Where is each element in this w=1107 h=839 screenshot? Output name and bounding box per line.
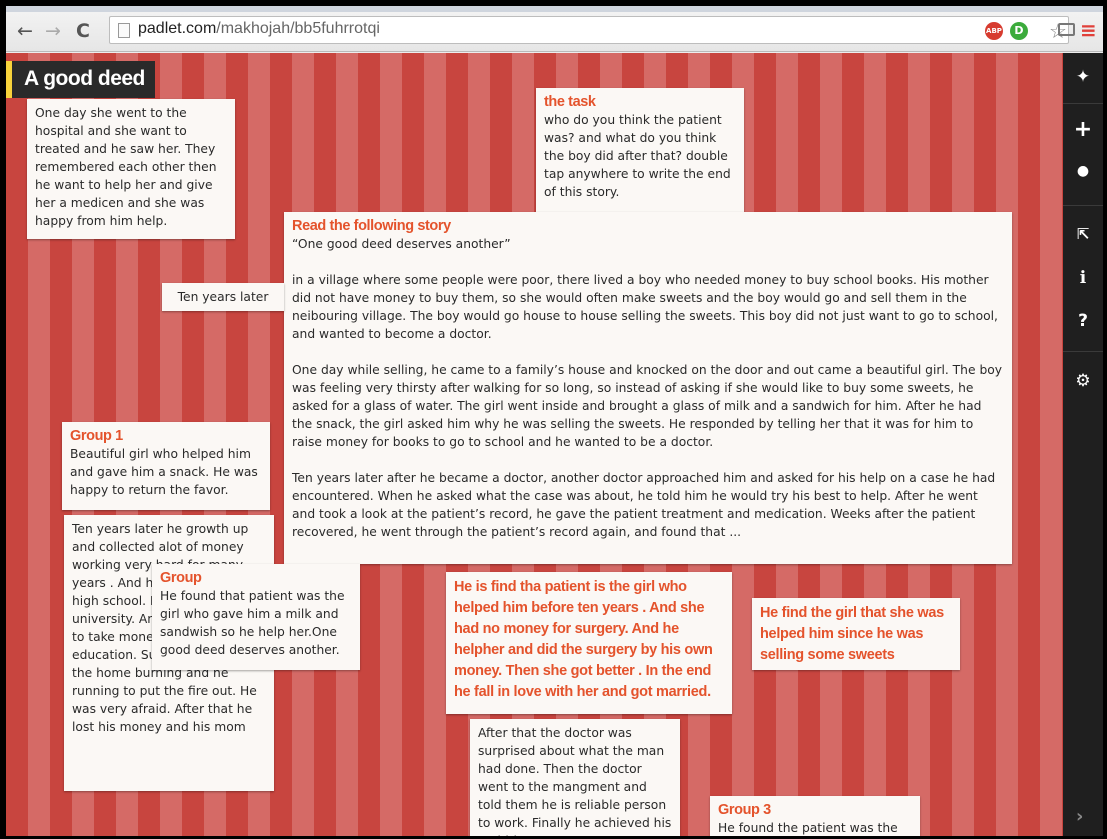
post-body: After that the doctor was surprised abou… xyxy=(478,726,672,836)
post-title: Group xyxy=(160,570,202,586)
post-body: He is find tha patient is the girl who h… xyxy=(454,579,717,700)
url-path: /makhojah/bb5fuhrrotqi xyxy=(216,20,380,37)
post-body: Beautiful girl who helped him and gave h… xyxy=(70,447,262,497)
post-body: He find the girl that she was helped him… xyxy=(760,605,948,663)
padlet-wall[interactable]: A good deed One day she went to the hosp… xyxy=(6,53,1063,836)
add-post-icon[interactable]: + xyxy=(1063,117,1103,142)
cast-icon[interactable] xyxy=(1058,23,1075,36)
post-ten-years-later[interactable]: Ten years later xyxy=(162,283,284,311)
post-title: the task xyxy=(544,94,596,110)
address-bar[interactable]: padlet.com/makhojah/bb5fuhrrotqi ☆ xyxy=(109,16,1069,44)
share-icon[interactable]: ⇱ xyxy=(1063,225,1103,243)
tab-strip xyxy=(6,6,1103,12)
post-body: Ten years later xyxy=(177,290,269,304)
expand-chevron-icon[interactable]: › xyxy=(1076,806,1083,827)
extension-d-icon[interactable]: D xyxy=(1010,22,1028,40)
settings-icon[interactable]: ⚙ xyxy=(1063,371,1103,391)
url-host: padlet.com xyxy=(138,20,217,37)
profile-icon[interactable]: ● xyxy=(1063,163,1103,179)
post-group-3[interactable]: Group 3 He found the patient was the xyxy=(710,796,920,836)
post-title: Read the following story xyxy=(292,218,451,234)
wall-title: A good deed xyxy=(6,61,155,98)
menu-icon[interactable]: ≡ xyxy=(1080,18,1097,42)
post-hospital[interactable]: One day she went to the hospital and she… xyxy=(27,99,235,239)
page-icon xyxy=(118,23,130,38)
padlet-sidebar: ✦ + ● ⇱ ℹ ? ⚙ xyxy=(1063,53,1103,836)
post-highlight-sweets[interactable]: He find the girl that she was helped him… xyxy=(752,598,960,670)
post-body: who do you think the patient was? and wh… xyxy=(544,113,735,199)
sidebar-divider xyxy=(1063,205,1103,206)
post-body: “One good deed deserves another” in a vi… xyxy=(292,237,1003,539)
reload-icon[interactable]: C xyxy=(72,20,94,42)
post-title: Group 1 xyxy=(70,428,123,444)
post-the-task[interactable]: the task who do you think the patient wa… xyxy=(536,88,744,212)
post-group-1[interactable]: Group 1 Beautiful girl who helped him an… xyxy=(62,422,270,510)
browser-toolbar: ← → C padlet.com/makhojah/bb5fuhrrotqi ☆… xyxy=(6,6,1103,52)
forward-icon[interactable]: → xyxy=(42,20,64,42)
padlet-logo-icon[interactable]: ✦ xyxy=(1063,67,1103,87)
post-body: He found that patient was the girl who g… xyxy=(160,589,349,657)
url-text[interactable]: padlet.com/makhojah/bb5fuhrrotqi xyxy=(138,20,380,38)
sidebar-divider xyxy=(1063,103,1103,104)
post-story[interactable]: Read the following story “One good deed … xyxy=(284,212,1012,564)
post-after-that[interactable]: After that the doctor was surprised abou… xyxy=(470,719,680,836)
sidebar-divider xyxy=(1063,351,1103,352)
post-highlight-surgery[interactable]: He is find tha patient is the girl who h… xyxy=(446,572,732,714)
info-icon[interactable]: ℹ xyxy=(1063,268,1103,288)
post-body: One day she went to the hospital and she… xyxy=(35,106,221,228)
adblock-extension-icon[interactable]: ABP xyxy=(985,22,1003,40)
help-icon[interactable]: ? xyxy=(1063,311,1103,331)
post-group[interactable]: Group He found that patient was the girl… xyxy=(152,564,360,670)
post-body: He found the patient was the xyxy=(718,821,898,835)
post-title: Group 3 xyxy=(718,802,771,818)
back-icon[interactable]: ← xyxy=(14,20,36,42)
browser-window: ← → C padlet.com/makhojah/bb5fuhrrotqi ☆… xyxy=(6,6,1103,836)
